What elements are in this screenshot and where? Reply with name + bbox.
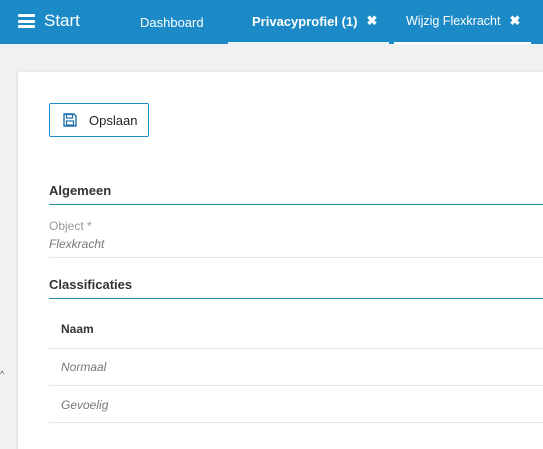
tab-privacyprofiel[interactable]: Privacyprofiel (1) ✖ — [228, 0, 389, 44]
table-header-naam: Naam — [61, 322, 94, 336]
section-title-classificaties: Classificaties — [49, 277, 133, 292]
resize-handle-icon: ^ — [0, 369, 5, 379]
section-divider — [49, 298, 543, 299]
row-divider — [49, 385, 543, 386]
tab-wijzig-flexkracht-label: Wijzig Flexkracht — [406, 14, 501, 28]
tab-wijzig-flexkracht[interactable]: Wijzig Flexkracht ✖ — [394, 0, 531, 44]
table-row[interactable]: Normaal — [61, 360, 106, 374]
tab-privacyprofiel-label: Privacyprofiel (1) — [252, 13, 358, 29]
table-row[interactable]: Gevoelig — [61, 398, 108, 412]
top-navigation-bar: Start Dashboard Privacyprofiel (1) ✖ Wij… — [0, 0, 543, 44]
divider — [49, 257, 543, 258]
save-button-label: Opslaan — [89, 112, 138, 128]
hamburger-icon[interactable] — [18, 14, 35, 28]
section-divider — [49, 204, 543, 205]
floppy-disk-icon — [63, 113, 77, 127]
start-menu-button[interactable]: Start — [18, 10, 80, 32]
section-title-algemeen: Algemeen — [49, 183, 112, 198]
save-button[interactable]: Opslaan — [49, 103, 149, 137]
tab-dashboard[interactable]: Dashboard — [140, 0, 204, 44]
edit-form-panel: Opslaan Algemeen Object * Flexkracht Cla… — [18, 72, 543, 449]
start-menu-label: Start — [44, 11, 80, 30]
tab-dashboard-label: Dashboard — [140, 14, 204, 30]
table-header-divider — [49, 348, 543, 349]
row-divider — [49, 422, 543, 423]
object-field-label: Object * — [49, 219, 92, 233]
close-icon[interactable]: ✖ — [509, 13, 520, 29]
object-field-value: Flexkracht — [49, 237, 105, 251]
close-icon[interactable]: ✖ — [367, 13, 378, 29]
